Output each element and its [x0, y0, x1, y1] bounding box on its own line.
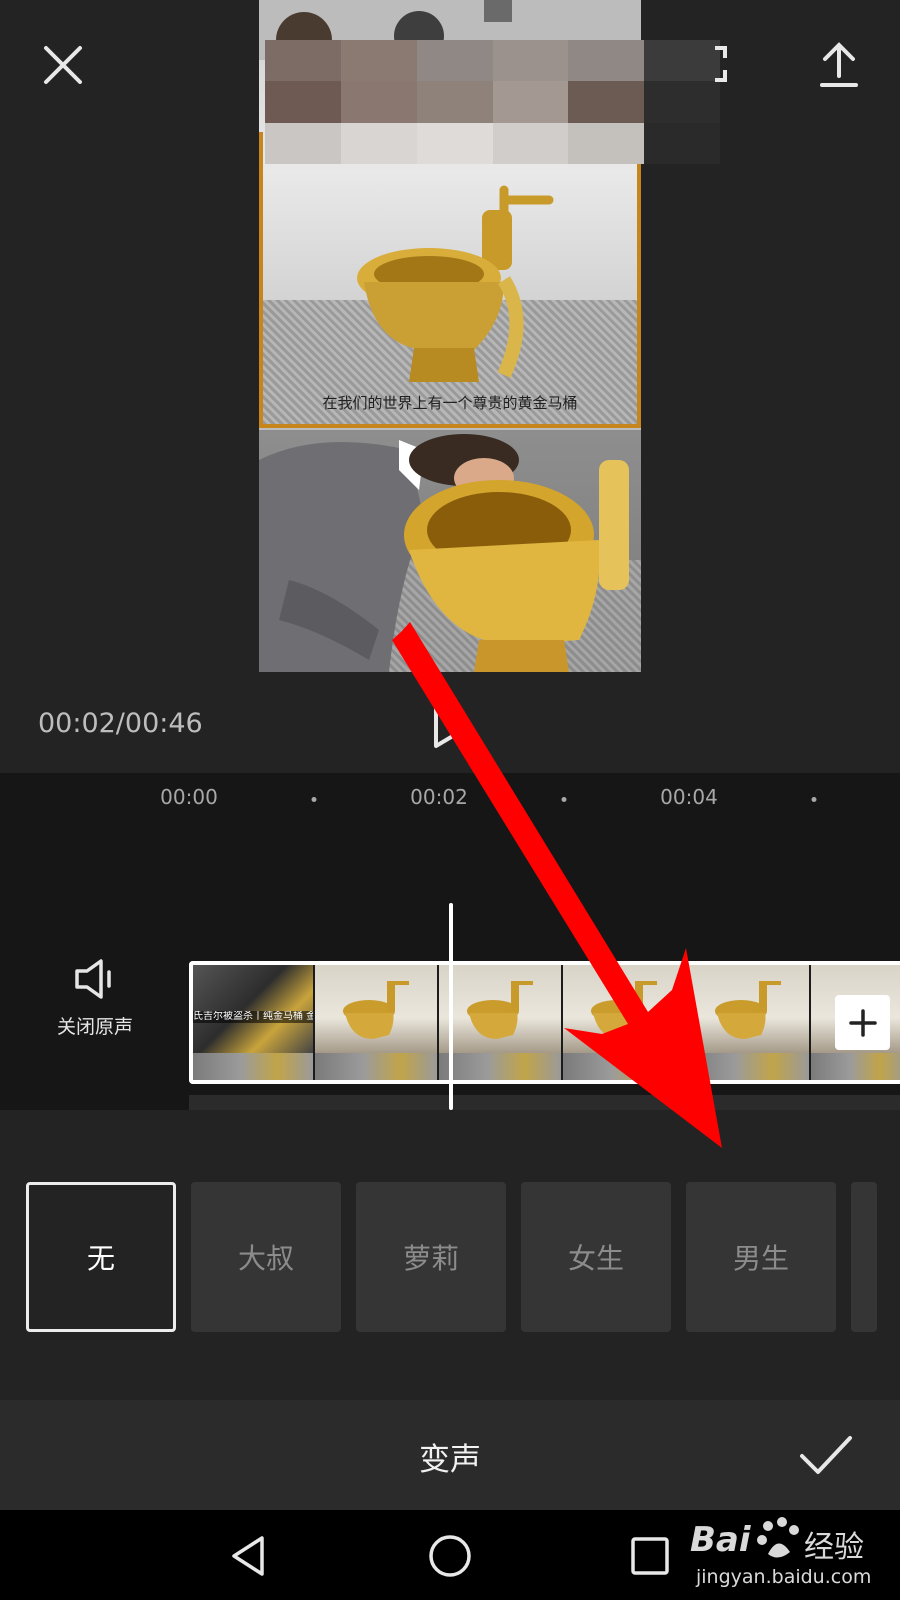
thumbnail-image	[563, 1053, 685, 1080]
nav-home-button[interactable]	[426, 1532, 474, 1580]
ruler-dot	[811, 797, 817, 802]
thumbnail-image	[439, 1053, 561, 1080]
thumbnail-image	[687, 1053, 809, 1080]
recents-square-icon	[631, 1537, 669, 1575]
voice-effect-female[interactable]: 女生	[521, 1182, 671, 1332]
speaker-icon	[75, 959, 111, 999]
thumbnail-image	[193, 965, 313, 1053]
gold-toilet-thumb	[591, 981, 657, 1039]
play-button[interactable]	[430, 704, 474, 750]
watermark-brand: Bai	[690, 1520, 751, 1560]
baidu-paw-icon	[757, 1517, 799, 1558]
home-circle-icon	[429, 1535, 471, 1577]
gold-toilet-image	[357, 185, 554, 382]
gold-toilet-thumb	[343, 981, 409, 1039]
audio-track-placeholder	[189, 1095, 900, 1110]
voice-effects-panel: 无 大叔 萝莉 女生 男生	[0, 1110, 900, 1400]
playback-row: 00:02/00:46	[0, 690, 900, 760]
clip-thumbnail	[687, 965, 811, 1080]
clip-thumbnail	[563, 965, 687, 1080]
clip-thumbnail: 氏吉尔被盗杀丨纯金马桶 金马桶的造价叫“美国”	[193, 965, 315, 1080]
plus-icon	[848, 1008, 877, 1037]
export-button[interactable]	[812, 38, 866, 92]
voice-effect-male[interactable]: 男生	[686, 1182, 836, 1332]
voice-effect-label: 大叔	[237, 1242, 294, 1275]
ruler-dot	[561, 797, 567, 802]
check-icon	[800, 1436, 852, 1474]
voice-effect-next-partial[interactable]	[851, 1182, 877, 1332]
thumbnail-image	[193, 1053, 313, 1080]
upload-icon	[820, 42, 858, 87]
gold-toilet-thumb	[467, 981, 533, 1039]
panel-title: 变声	[419, 1442, 481, 1478]
mute-original-audio-label: 关闭原声	[56, 1016, 133, 1038]
timeline[interactable]: 00:00 00:02 00:04 关闭原声 氏吉尔被盗杀丨纯金马桶 金马桶的造…	[0, 773, 900, 1110]
preview-scene-bottom	[259, 430, 641, 672]
nav-recents-button[interactable]	[626, 1532, 674, 1580]
add-clip-button[interactable]	[835, 995, 890, 1050]
play-icon	[434, 706, 470, 748]
close-icon	[44, 46, 82, 84]
clip-thumbnail	[315, 965, 439, 1080]
confirm-button[interactable]	[798, 1430, 854, 1480]
ruler-label: 00:02	[410, 785, 468, 809]
mute-original-audio-button[interactable]: 关闭原声	[0, 933, 190, 1083]
system-navigation-bar: Bai 经验 jingyan.baidu.com	[0, 1510, 900, 1600]
voice-effect-label: 无	[86, 1242, 115, 1275]
fullscreen-button[interactable]	[685, 40, 733, 88]
time-display: 00:02/00:46	[38, 708, 203, 739]
voice-effect-uncle[interactable]: 大叔	[191, 1182, 341, 1332]
nav-back-button[interactable]	[226, 1532, 274, 1580]
voice-effect-label: 男生	[732, 1242, 789, 1275]
back-triangle-icon	[232, 1536, 264, 1576]
fullscreen-icon	[715, 46, 727, 82]
thumbnail-image	[315, 1053, 437, 1080]
gold-toilet-closeup-image	[404, 460, 629, 672]
playhead[interactable]	[449, 903, 453, 1110]
ruler-dot	[311, 797, 317, 802]
thumbnail-image	[811, 1053, 900, 1080]
thumbnail-caption: 氏吉尔被盗杀丨纯金马桶 金马桶的造价叫“美国”	[193, 1011, 313, 1023]
video-preview-area: 在我们的世界上有一个尊贵的黄金马桶 00:02/00:46	[0, 0, 900, 770]
watermark-brand-suffix: 经验	[804, 1530, 864, 1565]
voice-effect-label: 萝莉	[402, 1242, 459, 1275]
clip-thumbnail	[439, 965, 563, 1080]
watermark-url: jingyan.baidu.com	[696, 1566, 872, 1588]
pixelated-overlay	[265, 40, 720, 164]
voice-effect-label: 女生	[567, 1242, 624, 1275]
ruler-label: 00:00	[160, 785, 218, 809]
baidu-jingyan-watermark: Bai 经验 jingyan.baidu.com	[690, 1514, 890, 1598]
voice-effect-loli[interactable]: 萝莉	[356, 1182, 506, 1332]
video-subtitle: 在我们的世界上有一个尊贵的黄金马桶	[322, 394, 578, 412]
ruler-label: 00:04	[660, 785, 718, 809]
gold-toilet-thumb	[715, 981, 781, 1039]
video-clip-strip[interactable]: 氏吉尔被盗杀丨纯金马桶 金马桶的造价叫“美国”	[189, 961, 900, 1084]
bottom-action-bar: 变声	[0, 1400, 900, 1510]
close-button[interactable]	[36, 38, 90, 92]
voice-effect-none[interactable]: 无	[26, 1182, 176, 1332]
timeline-ruler: 00:00 00:02 00:04	[0, 773, 900, 823]
